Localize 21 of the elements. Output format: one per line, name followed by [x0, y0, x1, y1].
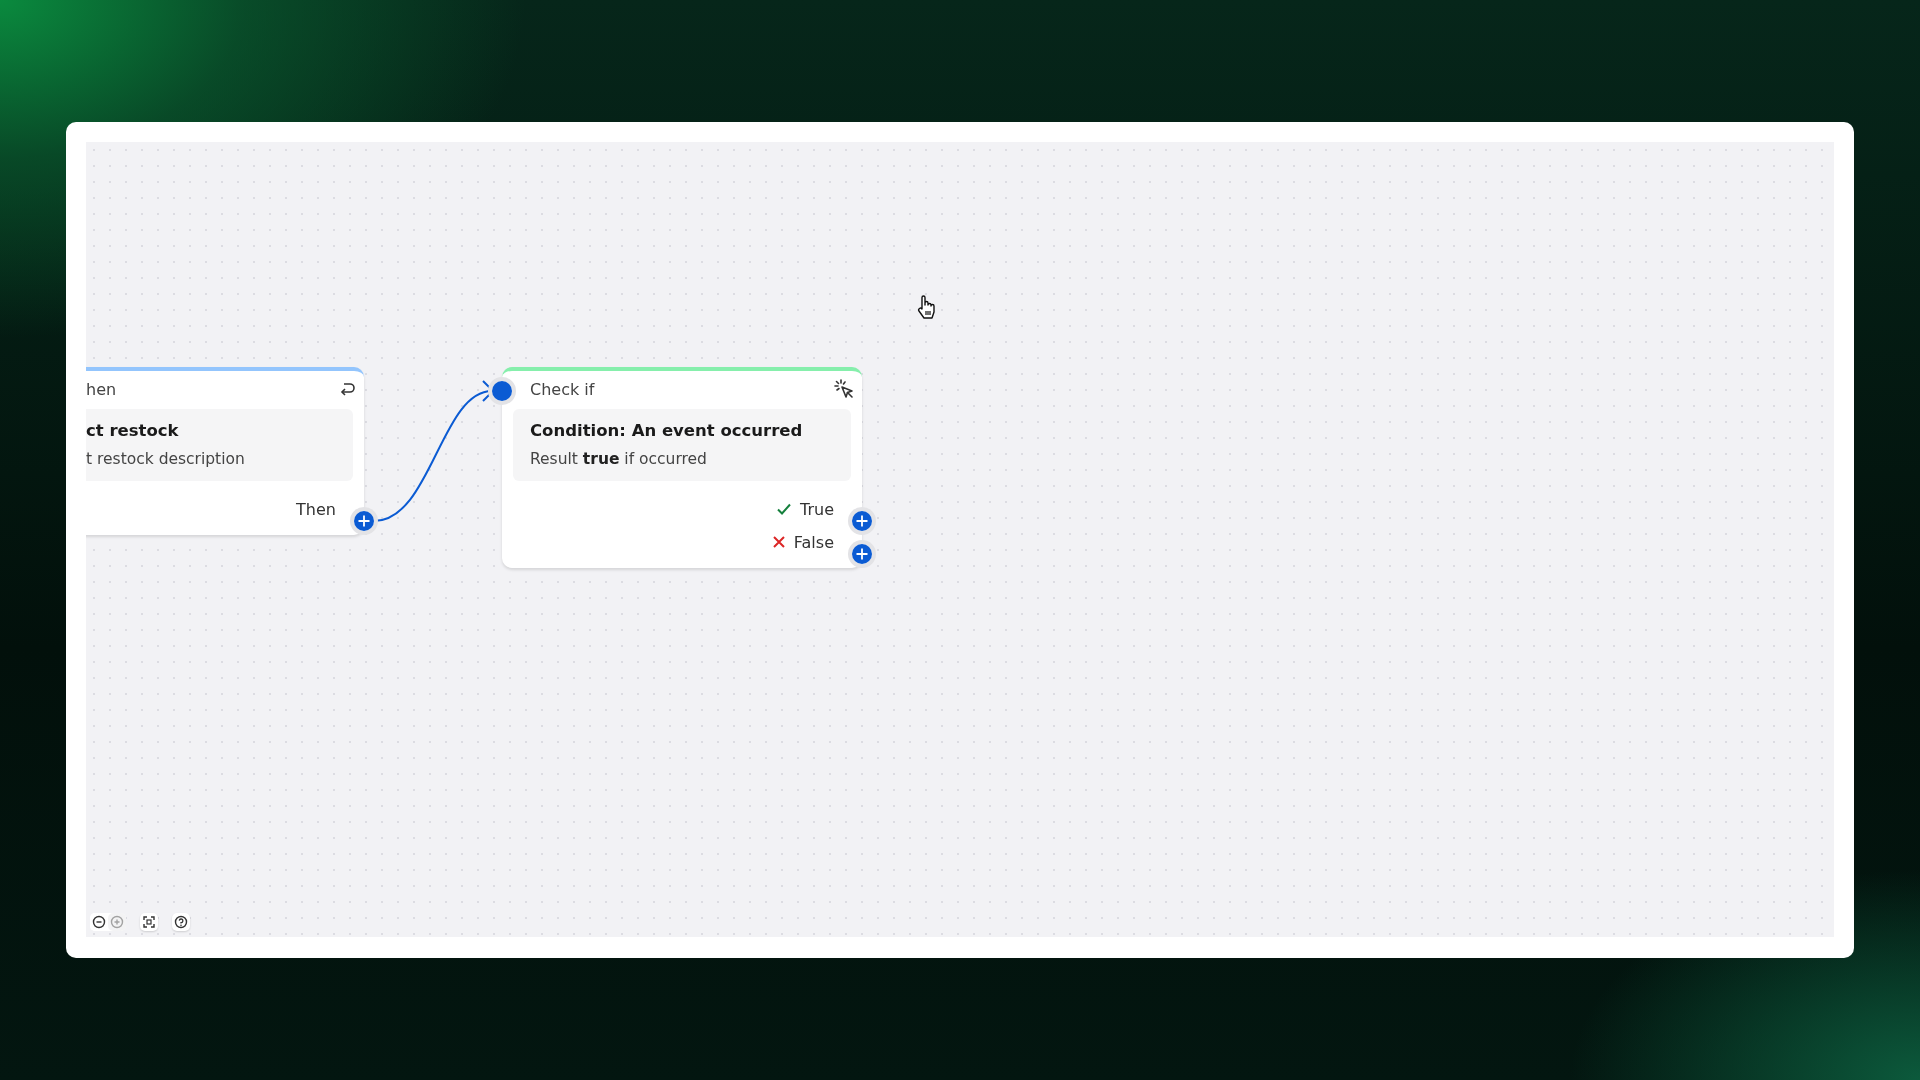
- help-button[interactable]: [172, 913, 190, 931]
- node-title: ct restock: [86, 421, 180, 440]
- add-handle[interactable]: [852, 544, 872, 564]
- add-handle[interactable]: [852, 511, 872, 531]
- hand-pointer-icon: [916, 294, 938, 320]
- output-label: Then: [296, 499, 336, 519]
- node-description: t restock description: [86, 450, 246, 468]
- cursor-click-icon: [834, 379, 854, 399]
- node-title: Condition: An event occurred: [530, 421, 804, 440]
- node-header: hen: [86, 379, 117, 399]
- zoom-out-button[interactable]: [90, 913, 108, 931]
- output-label: False: [793, 532, 834, 552]
- check-icon: [776, 501, 792, 517]
- node-description: Result true if occurred: [530, 450, 708, 468]
- fit-view-button[interactable]: [140, 913, 158, 931]
- node-header: Check if: [530, 379, 595, 399]
- cross-icon: [771, 535, 786, 549]
- output-label: True: [800, 499, 834, 519]
- input-handle[interactable]: [492, 381, 512, 401]
- return-arrow-icon: [338, 380, 356, 398]
- add-handle[interactable]: [354, 511, 374, 531]
